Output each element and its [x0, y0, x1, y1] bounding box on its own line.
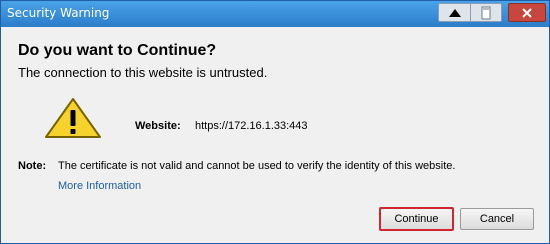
website-url: https://172.16.1.33:443	[195, 120, 308, 132]
pin-button[interactable]	[470, 4, 501, 21]
triangle-up-icon	[448, 8, 461, 17]
more-information-link[interactable]: More Information	[58, 180, 141, 192]
cancel-button[interactable]: Cancel	[460, 208, 534, 230]
note-label: Note:	[18, 160, 47, 172]
dialog-subheading: The connection to this website is untrus…	[18, 65, 268, 80]
website-label: Website:	[135, 120, 181, 132]
dialog-heading: Do you want to Continue?	[18, 42, 217, 59]
triangle-up-button[interactable]	[439, 4, 470, 21]
titlebar-button-group	[438, 3, 502, 22]
close-icon	[522, 7, 532, 18]
warning-icon	[45, 98, 101, 138]
window-title: Security Warning	[7, 6, 110, 20]
security-warning-dialog: Security Warning Do you want to Continue…	[0, 0, 550, 244]
pin-icon	[481, 6, 491, 19]
close-button[interactable]	[508, 3, 546, 22]
continue-button[interactable]: Continue	[379, 207, 454, 231]
note-text: The certificate is not valid and cannot …	[58, 160, 456, 172]
title-bar: Security Warning	[1, 1, 549, 27]
